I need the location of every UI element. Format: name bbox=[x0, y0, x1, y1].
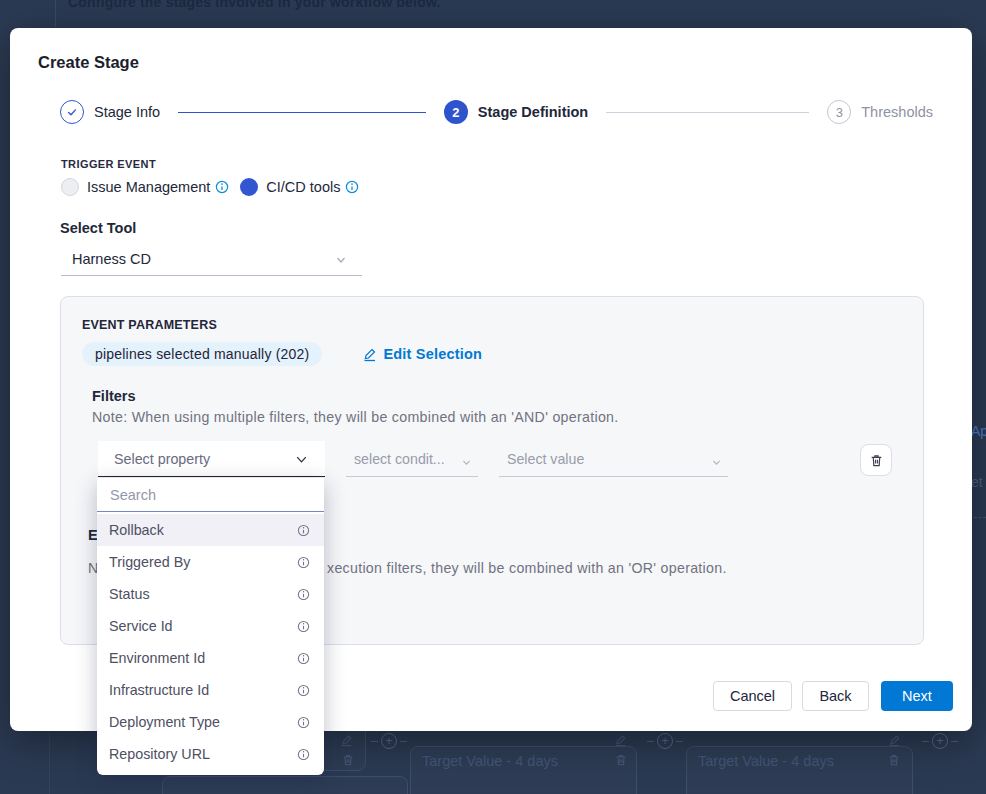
radio-cicd-tools[interactable] bbox=[240, 178, 258, 196]
info-icon[interactable] bbox=[297, 748, 310, 761]
step-number-3[interactable]: 3 bbox=[827, 100, 851, 124]
property-select-placeholder: Select property bbox=[114, 451, 210, 467]
property-dropdown: Rollback Triggered By Status Service Id … bbox=[97, 478, 324, 775]
info-icon[interactable] bbox=[297, 524, 310, 537]
delete-filter-button[interactable] bbox=[860, 444, 892, 476]
dropdown-item-service-id[interactable]: Service Id bbox=[97, 610, 324, 642]
info-icon[interactable] bbox=[297, 620, 310, 633]
background-stage-card-1b bbox=[162, 776, 408, 794]
condition-select-placeholder: select condit... bbox=[354, 451, 445, 467]
add-stage-connector: + bbox=[371, 733, 407, 749]
chevron-down-icon bbox=[334, 253, 348, 271]
info-icon[interactable] bbox=[345, 180, 359, 194]
event-parameters-heading: EVENT PARAMETERS bbox=[82, 318, 217, 332]
background-card-3-label: Target Value - 4 days bbox=[698, 753, 834, 769]
radio-issue-management[interactable] bbox=[61, 178, 79, 196]
info-icon[interactable] bbox=[215, 180, 229, 194]
trigger-event-label: TRIGGER EVENT bbox=[61, 158, 156, 170]
radio-cicd-tools-label[interactable]: CI/CD tools bbox=[266, 179, 340, 195]
background-fragment: et bbox=[971, 474, 983, 490]
search-input[interactable] bbox=[97, 478, 324, 511]
plus-icon: + bbox=[381, 733, 397, 749]
step-thresholds[interactable]: Thresholds bbox=[861, 104, 933, 120]
dropdown-list: Rollback Triggered By Status Service Id … bbox=[97, 514, 324, 770]
selection-pill: pipelines selected manually (202) bbox=[82, 342, 322, 366]
edit-icon bbox=[888, 733, 901, 751]
stepper: Stage Info 2 Stage Definition 3 Threshol… bbox=[60, 98, 933, 126]
filters-heading: Filters bbox=[92, 388, 136, 404]
dropdown-item-repository-url[interactable]: Repository URL bbox=[97, 738, 324, 770]
select-tool-label: Select Tool bbox=[60, 220, 136, 236]
trash-icon bbox=[614, 753, 628, 771]
step-complete-icon[interactable] bbox=[60, 100, 84, 124]
dropdown-item-infrastructure-id[interactable]: Infrastructure Id bbox=[97, 674, 324, 706]
dropdown-search[interactable] bbox=[97, 478, 324, 512]
background-card-2-label: Target Value - 4 days bbox=[422, 753, 558, 769]
dropdown-item-deployment-type[interactable]: Deployment Type bbox=[97, 706, 324, 738]
step-stage-definition[interactable]: Stage Definition bbox=[478, 104, 588, 120]
trigger-event-options: Issue Management CI/CD tools bbox=[61, 178, 359, 196]
dropdown-item-triggered-by[interactable]: Triggered By bbox=[97, 546, 324, 578]
dropdown-item-rollback[interactable]: Rollback bbox=[97, 514, 324, 546]
add-stage-connector: + bbox=[647, 733, 683, 749]
trash-icon bbox=[887, 753, 901, 771]
edit-icon bbox=[614, 733, 627, 751]
tool-select[interactable]: Harness CD bbox=[61, 243, 362, 276]
background-heading: Configure the stages involved in your wo… bbox=[68, 0, 441, 10]
modal-title: Create Stage bbox=[38, 53, 139, 72]
tool-select-value: Harness CD bbox=[72, 251, 151, 267]
page: Configure the stages involved in your wo… bbox=[0, 0, 986, 794]
stepper-line bbox=[606, 112, 809, 113]
cancel-button[interactable]: Cancel bbox=[713, 681, 792, 711]
next-button[interactable]: Next bbox=[881, 681, 953, 711]
step-number-2[interactable]: 2 bbox=[444, 100, 468, 124]
trash-icon bbox=[341, 753, 355, 771]
info-icon[interactable] bbox=[297, 556, 310, 569]
add-stage-connector: + bbox=[922, 733, 958, 749]
edit-icon bbox=[340, 733, 353, 751]
value-select[interactable]: Select value bbox=[499, 441, 728, 477]
info-icon[interactable] bbox=[297, 684, 310, 697]
info-icon[interactable] bbox=[297, 716, 310, 729]
step-stage-info[interactable]: Stage Info bbox=[94, 104, 160, 120]
background-fragment: Ap bbox=[971, 423, 986, 439]
value-select-placeholder: Select value bbox=[507, 451, 584, 467]
background-card-edge-top bbox=[55, 0, 56, 27]
filters-note: Note: When using multiple filters, they … bbox=[92, 409, 619, 425]
background-card-edge-bottom bbox=[49, 731, 50, 794]
plus-icon: + bbox=[657, 733, 673, 749]
condition-select[interactable]: select condit... bbox=[346, 441, 478, 477]
edit-icon bbox=[362, 347, 377, 362]
info-icon[interactable] bbox=[297, 588, 310, 601]
dropdown-item-status[interactable]: Status bbox=[97, 578, 324, 610]
radio-issue-management-label[interactable]: Issue Management bbox=[87, 179, 210, 195]
filter-row: Select property select condit... Select … bbox=[98, 441, 898, 477]
back-button[interactable]: Back bbox=[802, 681, 869, 711]
dropdown-item-environment-id[interactable]: Environment Id bbox=[97, 642, 324, 674]
chevron-down-icon bbox=[294, 452, 309, 471]
chevron-down-icon bbox=[461, 454, 472, 472]
chevron-down-icon bbox=[711, 454, 722, 472]
info-icon[interactable] bbox=[297, 652, 310, 665]
stepper-line bbox=[178, 112, 426, 113]
plus-icon: + bbox=[932, 733, 948, 749]
edit-selection-link[interactable]: Edit Selection bbox=[362, 346, 482, 362]
property-select[interactable]: Select property bbox=[98, 441, 325, 477]
